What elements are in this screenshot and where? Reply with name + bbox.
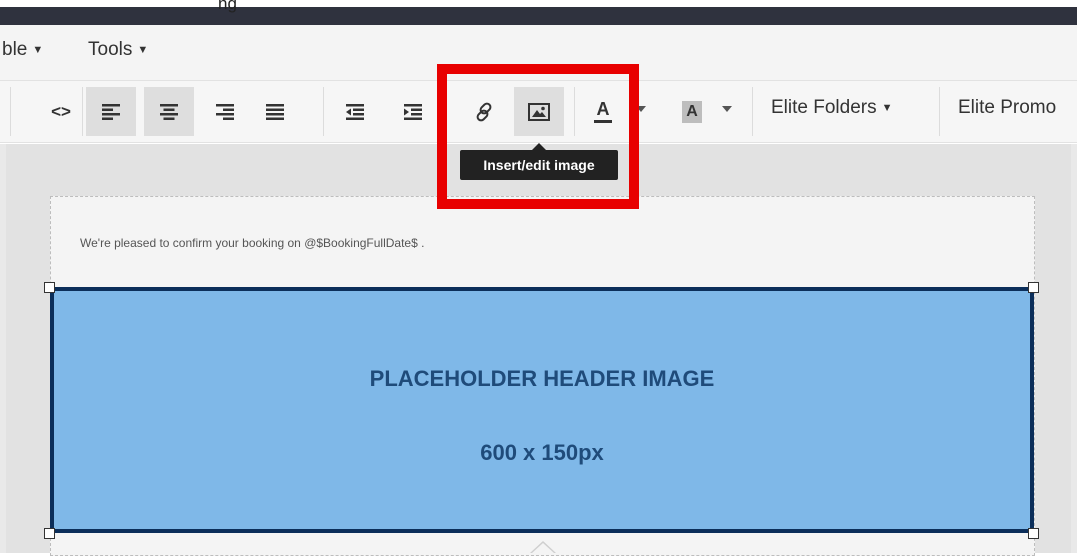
outdent-icon [346, 103, 364, 120]
menu-bar: ble ▼ Tools ▼ [0, 25, 1077, 80]
source-code-button[interactable]: <> [36, 87, 86, 136]
caret-down-icon: ▼ [881, 102, 893, 114]
resize-handle-top-left[interactable] [44, 282, 55, 293]
bottom-notch-inner [532, 543, 554, 553]
toolbar-separator [445, 87, 446, 136]
resize-handle-bottom-left[interactable] [44, 528, 55, 539]
align-justify-button[interactable] [250, 87, 300, 136]
code-icon: <> [51, 101, 71, 121]
insert-image-button[interactable] [514, 87, 564, 136]
text-color-letter: A [596, 99, 610, 119]
outdent-button[interactable] [330, 87, 380, 136]
text-color-underline [594, 120, 612, 123]
editor-toolbar: <> A A Elite Folders ▼ Elite Promo [0, 80, 1077, 143]
text-color-icon: A [594, 100, 612, 123]
align-right-icon [216, 103, 234, 120]
top-bar: ng [0, 0, 1077, 25]
toolbar-separator [939, 87, 940, 136]
insert-image-tooltip: Insert/edit image [460, 150, 618, 180]
align-right-button[interactable] [200, 87, 250, 136]
elite-folders-dropdown[interactable]: Elite Folders ▼ [771, 97, 893, 119]
menu-item-tools-label: Tools [88, 39, 133, 60]
menu-item-table[interactable]: ble ▼ [2, 39, 43, 61]
caret-down-icon: ▼ [137, 44, 149, 56]
placeholder-title: PLACEHOLDER HEADER IMAGE [369, 366, 715, 391]
top-bar-text: ng [218, 0, 237, 13]
align-center-icon [160, 103, 178, 120]
confirmation-text[interactable]: We're pleased to confirm your booking on… [80, 236, 424, 250]
top-bar-strip [0, 7, 1077, 25]
toolbar-separator [752, 87, 753, 136]
elite-promo-dropdown[interactable]: Elite Promo [958, 97, 1056, 119]
placeholder-size: 600 x 150px [480, 440, 604, 465]
align-left-icon [102, 103, 120, 120]
align-left-button[interactable] [86, 87, 136, 136]
indent-icon [404, 103, 422, 120]
menu-item-table-label: ble [2, 39, 28, 60]
indent-button[interactable] [388, 87, 438, 136]
text-color-button[interactable]: A [578, 87, 628, 136]
toolbar-separator [323, 87, 324, 136]
toolbar-separator [574, 87, 575, 136]
link-button[interactable] [459, 87, 509, 136]
toolbar-separator [82, 87, 83, 136]
caret-down-icon: ▼ [32, 44, 44, 56]
elite-folders-label: Elite Folders [771, 97, 877, 118]
resize-handle-bottom-right[interactable] [1028, 528, 1039, 539]
elite-promo-label: Elite Promo [958, 97, 1057, 118]
resize-handle-top-right[interactable] [1028, 282, 1039, 293]
placeholder-header-image[interactable]: PLACEHOLDER HEADER IMAGE 600 x 150px [50, 287, 1034, 533]
align-center-button[interactable] [144, 87, 194, 136]
text-color-caret-icon[interactable] [636, 106, 646, 112]
toolbar-separator [10, 87, 11, 136]
menu-item-tools[interactable]: Tools ▼ [88, 39, 148, 61]
align-justify-icon [266, 103, 284, 120]
background-color-button[interactable]: A [667, 87, 717, 136]
background-color-caret-icon[interactable] [722, 106, 732, 112]
image-icon [528, 102, 550, 121]
background-color-icon: A [682, 100, 702, 123]
background-color-letter: A [686, 102, 698, 120]
tooltip-arrow [532, 143, 546, 150]
link-icon [476, 102, 492, 121]
